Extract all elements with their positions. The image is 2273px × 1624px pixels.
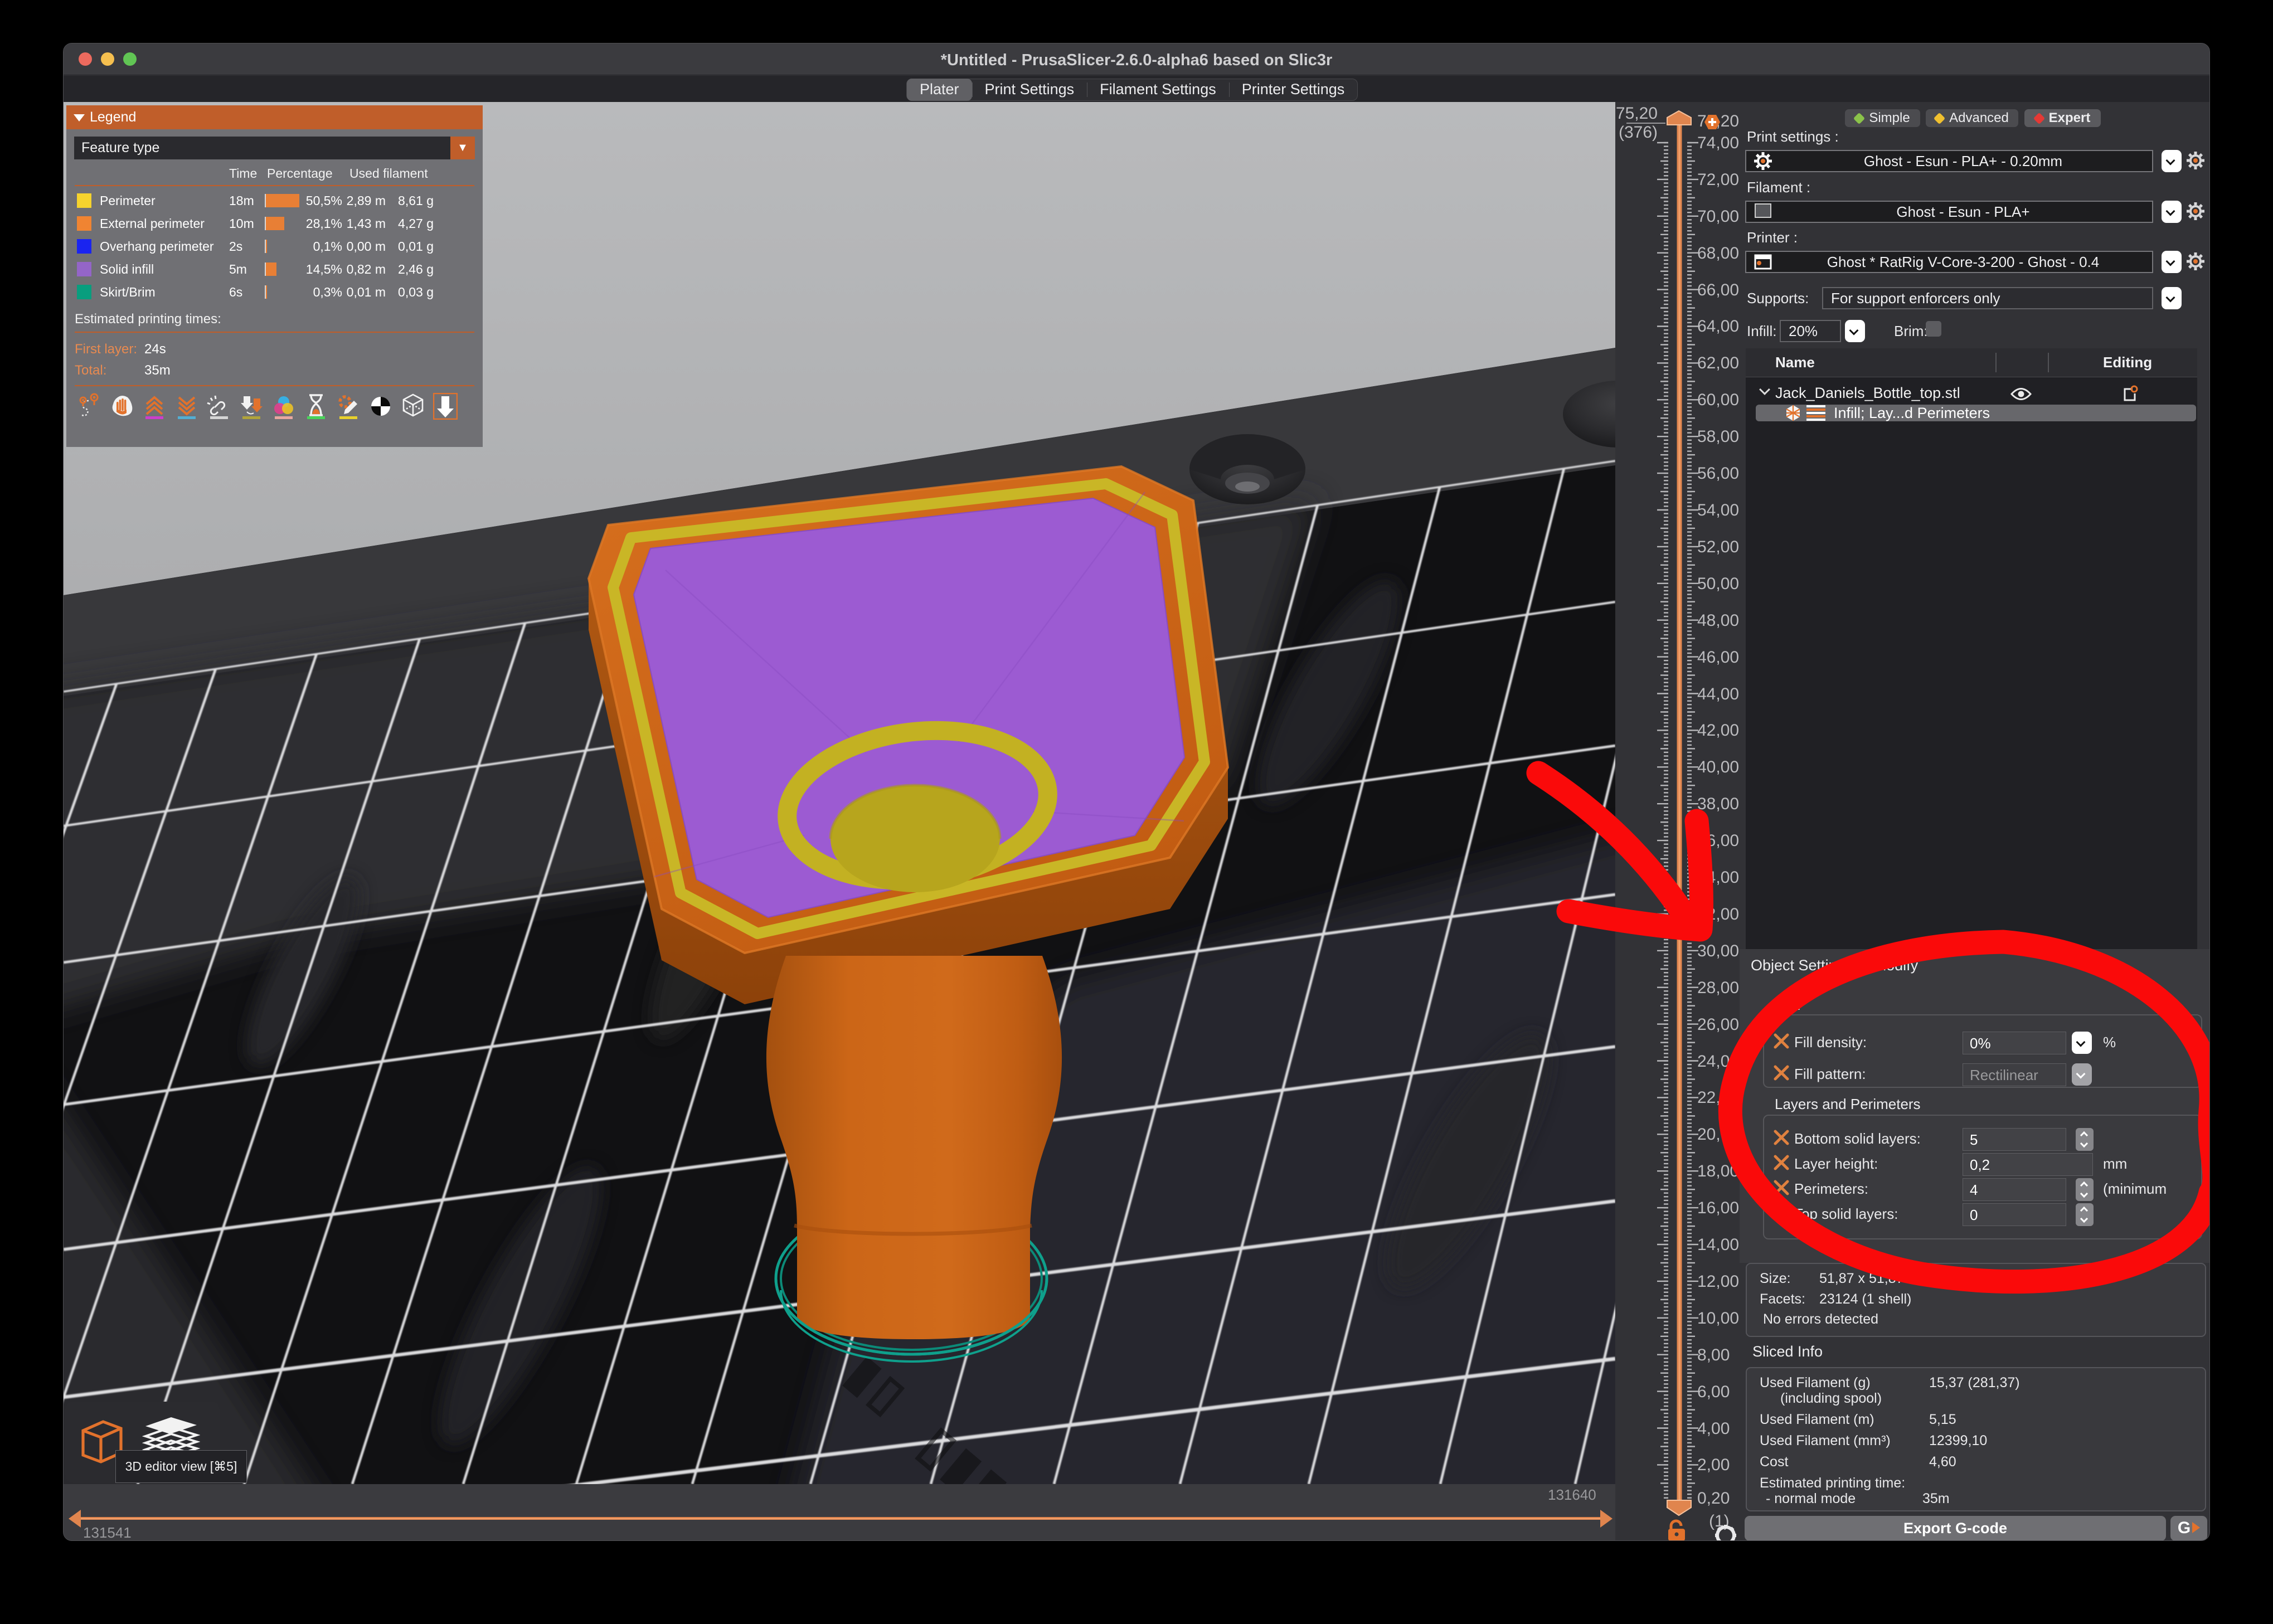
svg-text:34,00: 34,00 (1697, 868, 1739, 887)
svg-text:72,00: 72,00 (1697, 171, 1739, 189)
svg-text:24,00: 24,00 (1697, 1052, 1739, 1071)
svg-text:32,00: 32,00 (1697, 905, 1739, 923)
svg-text:6,00: 6,00 (1697, 1383, 1730, 1401)
svg-text:20,00: 20,00 (1697, 1125, 1739, 1144)
svg-text:60,00: 60,00 (1697, 391, 1739, 409)
svg-text:18,00: 18,00 (1697, 1162, 1739, 1180)
svg-text:62,00: 62,00 (1697, 354, 1739, 372)
svg-text:46,00: 46,00 (1697, 648, 1739, 667)
svg-text:75,20: 75,20 (1616, 104, 1658, 123)
svg-text:56,00: 56,00 (1697, 464, 1739, 483)
svg-text:58,00: 58,00 (1697, 427, 1739, 446)
svg-text:14,00: 14,00 (1697, 1236, 1739, 1254)
svg-text:28,00: 28,00 (1697, 979, 1739, 997)
svg-text:74,00: 74,00 (1697, 134, 1739, 152)
svg-text:2,00: 2,00 (1697, 1456, 1730, 1474)
svg-text:42,00: 42,00 (1697, 721, 1739, 740)
svg-text:12,00: 12,00 (1697, 1272, 1739, 1291)
svg-text:70,00: 70,00 (1697, 207, 1739, 226)
svg-text:54,00: 54,00 (1697, 501, 1739, 519)
svg-text:64,00: 64,00 (1697, 317, 1739, 336)
svg-text:68,00: 68,00 (1697, 244, 1739, 262)
svg-text:10,00: 10,00 (1697, 1309, 1739, 1328)
svg-text:44,00: 44,00 (1697, 685, 1739, 703)
svg-text:16,00: 16,00 (1697, 1199, 1739, 1217)
svg-text:36,00: 36,00 (1697, 832, 1739, 850)
svg-text:0,20: 0,20 (1697, 1489, 1730, 1508)
svg-text:40,00: 40,00 (1697, 758, 1739, 776)
svg-text:30,00: 30,00 (1697, 942, 1739, 960)
svg-text:(376): (376) (1619, 123, 1658, 142)
svg-text:26,00: 26,00 (1697, 1015, 1739, 1034)
svg-text:4,00: 4,00 (1697, 1419, 1730, 1438)
svg-text:38,00: 38,00 (1697, 795, 1739, 813)
svg-text:52,00: 52,00 (1697, 538, 1739, 556)
svg-text:50,00: 50,00 (1697, 575, 1739, 593)
svg-text:66,00: 66,00 (1697, 281, 1739, 299)
svg-text:48,00: 48,00 (1697, 611, 1739, 630)
svg-text:8,00: 8,00 (1697, 1346, 1730, 1364)
svg-text:22,00: 22,00 (1697, 1088, 1739, 1107)
